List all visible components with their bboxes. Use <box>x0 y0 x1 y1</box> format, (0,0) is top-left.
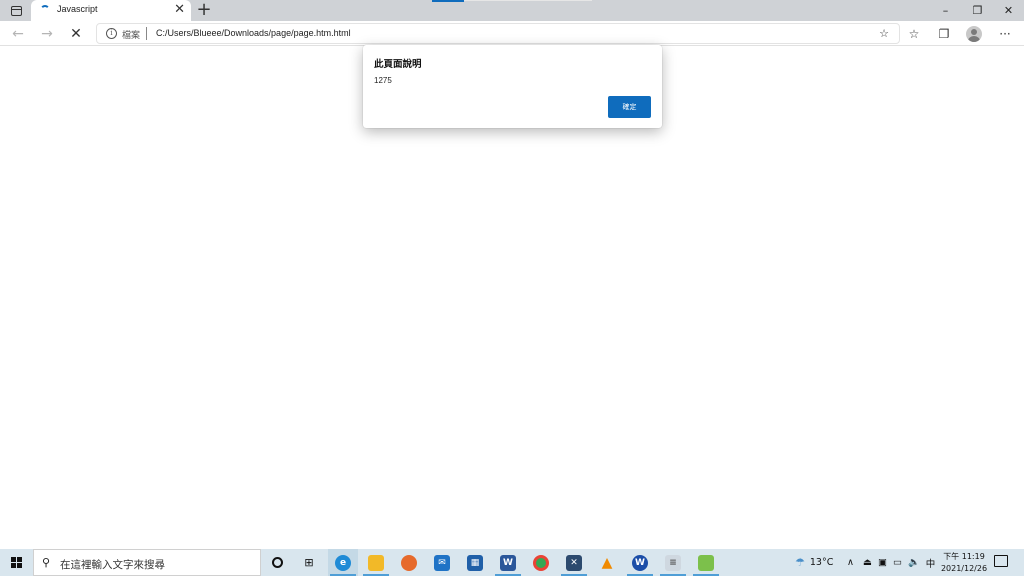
address-url[interactable]: C:/Users/Blueee/Downloads/page/page.htm.… <box>156 28 351 38</box>
network-icon[interactable]: ▣ <box>878 557 887 568</box>
paint-icon <box>698 554 714 571</box>
system-clock[interactable]: 下午 11:19 2021/12/26 <box>936 551 992 575</box>
new-tab-button[interactable]: + <box>195 0 213 20</box>
cortana-icon <box>271 557 283 568</box>
store-icon: ▦ <box>467 554 483 571</box>
add-favorite-icon[interactable]: ☆ <box>879 27 889 40</box>
screen: Javascript ✕ + – ❐ ✕ ← → ✕ i 檔案 C:/Users… <box>0 0 1024 576</box>
wps-icon: W <box>632 554 648 571</box>
back-arrow-icon[interactable]: ← <box>9 25 27 43</box>
ok-button[interactable]: 確定 <box>608 96 651 118</box>
dialog-title: 此頁面說明 <box>374 59 422 70</box>
alert-dialog: 此頁面說明 1275 確定 <box>363 45 662 128</box>
task-view-button[interactable]: ⊞ <box>294 549 324 576</box>
info-icon[interactable]: i <box>106 28 117 39</box>
tab-strip: Javascript ✕ + – ❐ ✕ <box>0 0 1024 21</box>
tab-title: Javascript <box>57 4 98 14</box>
loading-progress-track <box>464 0 592 1</box>
taskbar-app-edge[interactable]: e <box>328 549 358 576</box>
restore-button[interactable]: ❐ <box>962 0 993 21</box>
weather-temperature: 13°C <box>809 557 834 568</box>
collections-icon[interactable]: ❐ <box>935 25 953 43</box>
ime-indicator[interactable]: 中 <box>926 556 936 570</box>
taskbar-search-box[interactable]: ⚲ 在這裡輸入文字來搜尋 <box>33 549 261 576</box>
battery-icon[interactable]: ▭ <box>893 557 902 568</box>
mail-icon: ✉ <box>434 554 450 571</box>
tab-close-icon[interactable]: ✕ <box>174 2 185 18</box>
chrome-icon <box>533 554 549 571</box>
folder-icon <box>368 554 384 571</box>
taskbar-app-xmind[interactable]: ✕ <box>559 549 589 576</box>
usb-icon[interactable]: ⏏ <box>863 557 872 568</box>
tray-icons: ⏏ ▣ ▭ 🔈 中 <box>863 549 935 576</box>
notification-center-icon[interactable] <box>994 555 1008 567</box>
browser-toolbar: ← → ✕ i 檔案 C:/Users/Blueee/Downloads/pag… <box>0 21 1024 46</box>
windows-logo-icon <box>11 557 22 568</box>
dialog-message: 1275 <box>374 76 392 85</box>
taskbar-app-mail[interactable]: ✉ <box>427 549 457 576</box>
start-button[interactable] <box>0 549 33 576</box>
search-icon: ⚲ <box>42 556 51 569</box>
address-scheme-label: 檔案 <box>122 31 141 41</box>
address-separator <box>146 27 147 40</box>
taskbar-app-word[interactable]: W <box>493 549 523 576</box>
search-placeholder: 在這裡輸入文字來搜尋 <box>60 559 165 571</box>
stop-loading-icon[interactable]: ✕ <box>67 25 85 43</box>
task-view-icon: ⊞ <box>304 556 314 569</box>
forward-arrow-icon[interactable]: → <box>38 25 56 43</box>
taskbar-app-wps[interactable]: W <box>625 549 655 576</box>
minimize-button[interactable]: – <box>930 0 961 21</box>
loading-progress-bar <box>432 0 464 2</box>
taskbar-app-notes[interactable]: ≡ <box>658 549 688 576</box>
taskbar-app-paint[interactable] <box>691 549 721 576</box>
cortana-button[interactable] <box>262 549 292 576</box>
notes-icon: ≡ <box>665 554 681 571</box>
address-bar[interactable]: i 檔案 C:/Users/Blueee/Downloads/page/page… <box>96 23 900 44</box>
clock-date: 2021/12/26 <box>940 564 988 573</box>
taskbar-app-vlc[interactable]: ▲ <box>592 549 622 576</box>
tab-actions-button[interactable] <box>5 3 27 19</box>
firefox-icon <box>401 554 417 571</box>
weather-widget[interactable]: ☂ 13°C <box>795 549 833 576</box>
profile-avatar-icon[interactable] <box>966 26 982 42</box>
chevron-up-icon: ∧ <box>847 557 854 568</box>
show-hidden-icons-button[interactable]: ∧ <box>847 549 854 576</box>
word-icon: W <box>500 554 516 571</box>
clock-time: 下午 11:19 <box>943 552 985 561</box>
taskbar-app-firefox[interactable] <box>394 549 424 576</box>
xmind-icon: ✕ <box>566 554 582 571</box>
tab-javascript[interactable]: Javascript ✕ <box>31 0 191 21</box>
close-window-button[interactable]: ✕ <box>993 0 1024 21</box>
more-options-icon[interactable]: ··· <box>996 25 1014 43</box>
taskbar-app-store[interactable]: ▦ <box>460 549 490 576</box>
taskbar: ⚲ 在這裡輸入文字來搜尋 ⊞ e ✉ ▦ W ✕ ▲ W ≡ ☂ 13°C ∧ … <box>0 549 1024 576</box>
favorites-icon[interactable]: ☆ <box>905 25 923 43</box>
tab-actions-icon <box>10 6 22 16</box>
taskbar-app-chrome[interactable] <box>526 549 556 576</box>
loading-spinner-icon <box>40 5 50 15</box>
edge-icon: e <box>335 554 351 571</box>
weather-icon: ☂ <box>795 556 805 569</box>
taskbar-app-file-explorer[interactable] <box>361 549 391 576</box>
volume-icon[interactable]: 🔈 <box>908 557 920 568</box>
vlc-cone-icon: ▲ <box>601 554 613 571</box>
